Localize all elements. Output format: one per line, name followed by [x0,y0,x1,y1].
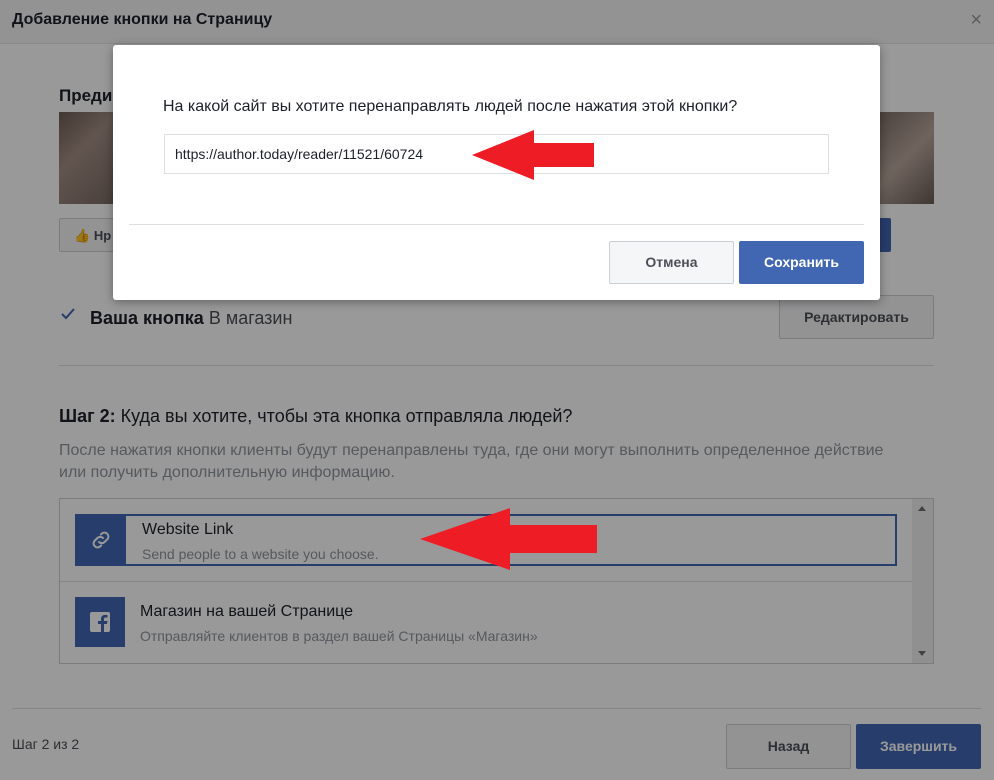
save-button[interactable]: Сохранить [739,241,864,284]
annotation-arrow-icon [420,508,597,570]
cancel-button[interactable]: Отмена [609,241,734,284]
divider [129,224,864,225]
annotation-arrow-icon [472,130,594,180]
modal-question: На какой сайт вы хотите перенаправлять л… [163,98,738,115]
